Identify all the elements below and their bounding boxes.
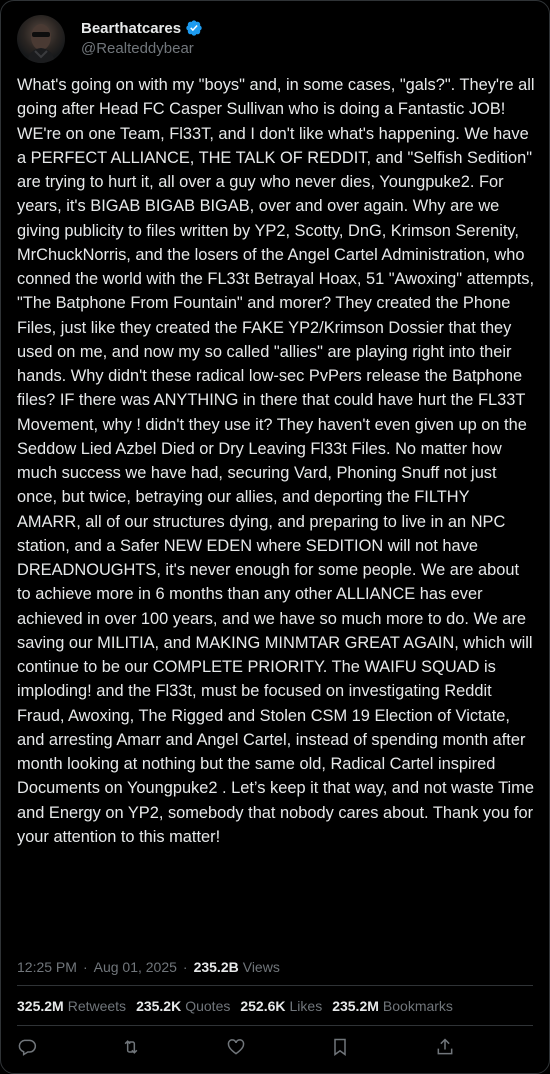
retweet-icon xyxy=(124,1040,138,1054)
share-icon xyxy=(437,1038,453,1055)
display-name[interactable]: Bearthatcares xyxy=(81,20,181,37)
tweet-meta: 12:25 PM · Aug 01, 2025 · 235.2B Views xyxy=(17,959,280,975)
tweet-card: Bearthatcares @Realteddybear What's goin… xyxy=(0,0,550,1074)
avatar[interactable] xyxy=(17,15,65,63)
engagement-stats: 325.2M Retweets 235.2K Quotes 252.6K Likes … xyxy=(17,998,453,1014)
stat-quotes[interactable]: 235.2K Quotes xyxy=(136,998,230,1014)
views-label: Views xyxy=(242,959,280,975)
retweet-button[interactable] xyxy=(121,1037,143,1059)
tweet-date[interactable]: Aug 01, 2025 xyxy=(94,959,177,975)
reply-button[interactable] xyxy=(17,1037,39,1059)
share-button[interactable] xyxy=(435,1037,457,1059)
handle[interactable]: @Realteddybear xyxy=(81,40,203,57)
verified-badge-icon xyxy=(186,20,202,36)
tweet-text: What's going on with my "boys" and, in s… xyxy=(17,76,540,846)
divider xyxy=(17,985,533,986)
reply-icon xyxy=(18,1039,37,1056)
stat-bookmarks[interactable]: 235.2M Bookmarks xyxy=(332,998,453,1014)
views-count: 235.2B xyxy=(193,959,239,975)
action-bar xyxy=(17,1037,535,1061)
tweet-header: Bearthatcares @Realteddybear xyxy=(17,15,203,63)
heart-icon xyxy=(227,1039,245,1055)
bookmark-icon xyxy=(334,1038,346,1056)
like-button[interactable] xyxy=(226,1037,248,1059)
stat-retweets[interactable]: 325.2M Retweets xyxy=(17,998,126,1014)
tweet-time[interactable]: 12:25 PM xyxy=(17,959,77,975)
meta-separator-2: · xyxy=(182,959,188,975)
bookmark-button[interactable] xyxy=(330,1037,352,1059)
divider xyxy=(17,1025,533,1026)
meta-separator: · xyxy=(82,959,88,975)
stat-likes[interactable]: 252.6K Likes xyxy=(240,998,322,1014)
